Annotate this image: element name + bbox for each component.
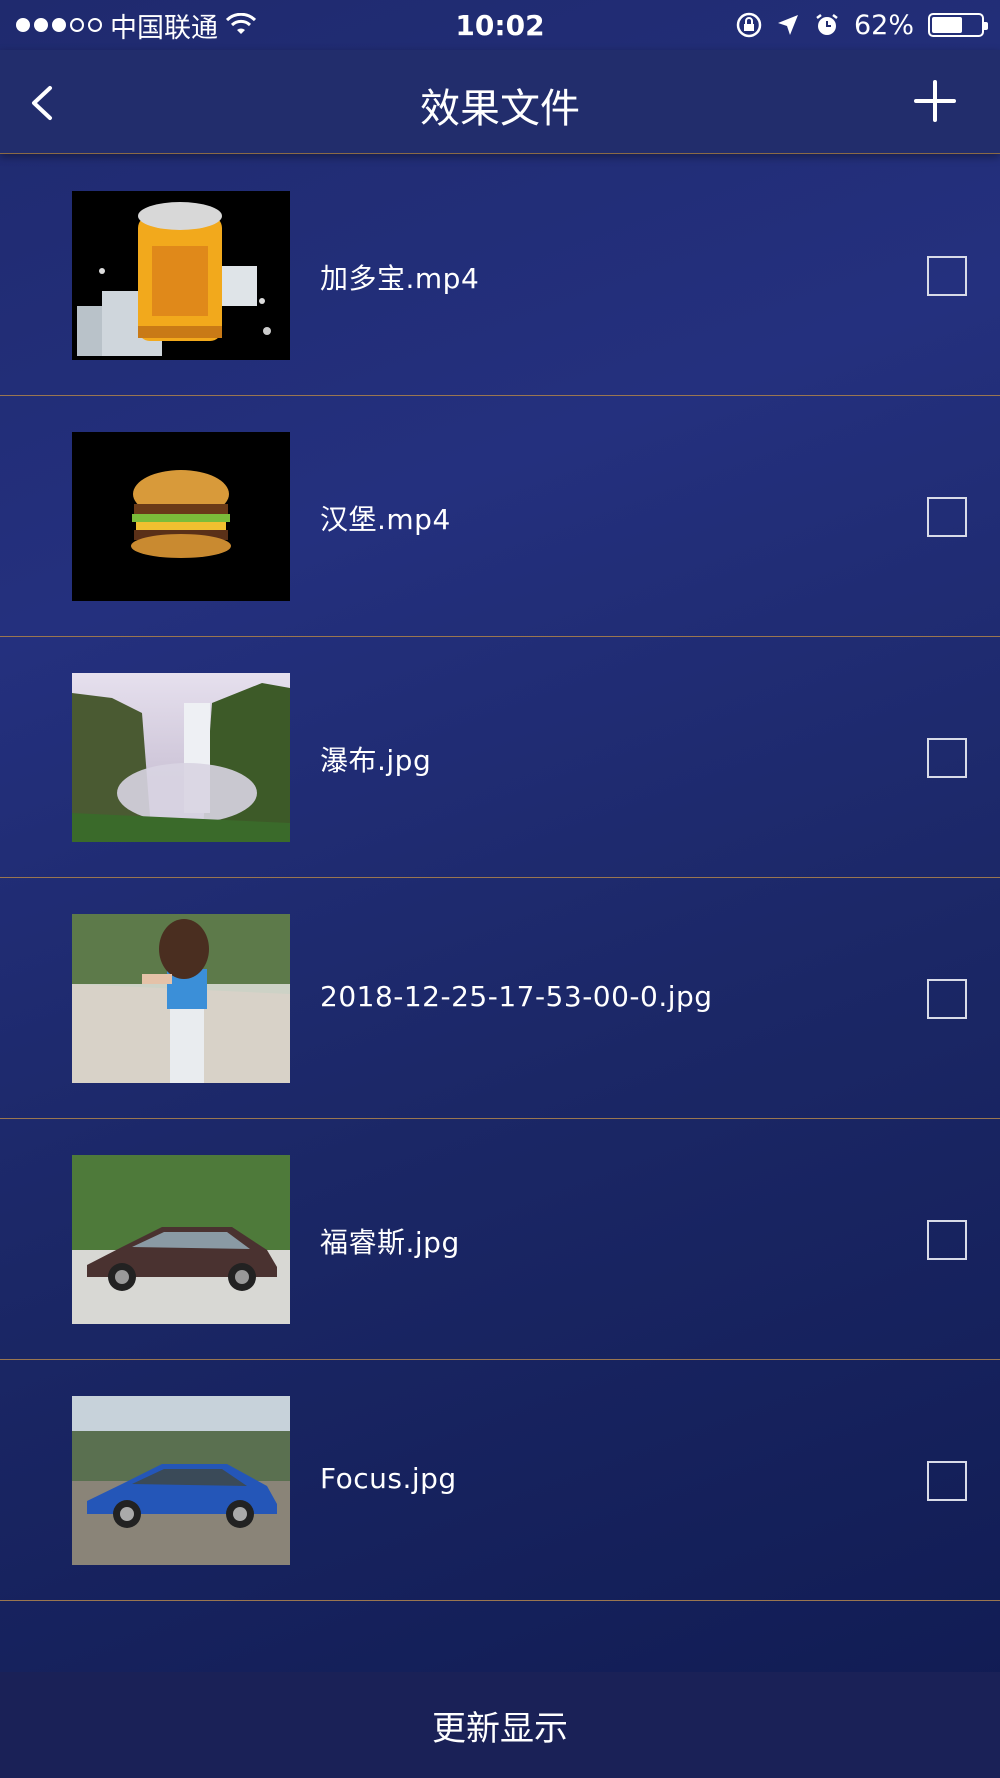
location-arrow-icon	[777, 15, 798, 35]
hamburger-image	[72, 432, 290, 601]
file-checkbox[interactable]	[927, 979, 967, 1019]
list-item[interactable]: 汉堡.mp4	[0, 396, 1000, 637]
file-name: 瀑布.jpg	[320, 744, 432, 777]
file-thumbnail	[72, 914, 290, 1083]
update-display-button[interactable]: 更新显示	[0, 1672, 1000, 1778]
page-title: 效果文件	[420, 86, 580, 132]
file-list: 加多宝.mp4 汉堡.mp4 瀑布.jpg 2018-12-25-17-53-0…	[0, 155, 1000, 1601]
woman-on-beach-image	[72, 914, 290, 1083]
file-checkbox[interactable]	[927, 1220, 967, 1260]
navigation-bar: 效果文件	[0, 50, 1000, 154]
file-thumbnail	[72, 673, 290, 842]
blue-sedan-image	[72, 1396, 290, 1565]
drink-can-image	[72, 191, 290, 360]
list-item[interactable]: 2018-12-25-17-53-00-0.jpg	[0, 878, 1000, 1119]
wifi-icon	[226, 13, 256, 34]
status-right: 62%	[736, 9, 988, 41]
file-name: 汉堡.mp4	[320, 503, 451, 536]
rotation-lock-icon	[736, 12, 762, 38]
file-name: 2018-12-25-17-53-00-0.jpg	[320, 980, 713, 1013]
file-name: 加多宝.mp4	[320, 262, 480, 295]
carrier-label: 中国联通	[110, 12, 218, 44]
add-button[interactable]	[910, 76, 960, 126]
file-name: 福睿斯.jpg	[320, 1226, 460, 1259]
file-name: Focus.jpg	[320, 1462, 457, 1495]
file-thumbnail	[72, 191, 290, 360]
file-thumbnail	[72, 1155, 290, 1324]
file-checkbox[interactable]	[927, 256, 967, 296]
list-item[interactable]: 加多宝.mp4	[0, 155, 1000, 396]
battery-icon	[928, 13, 988, 37]
file-checkbox[interactable]	[927, 1461, 967, 1501]
file-thumbnail	[72, 432, 290, 601]
file-checkbox[interactable]	[927, 497, 967, 537]
waterfall-image	[72, 673, 290, 842]
battery-percent: 62%	[853, 9, 914, 41]
update-display-label: 更新显示	[432, 1708, 568, 1749]
file-thumbnail	[72, 1396, 290, 1565]
status-left: 中国联通	[16, 6, 256, 45]
list-item[interactable]: 瀑布.jpg	[0, 637, 1000, 878]
alarm-icon	[816, 14, 838, 35]
status-bar: 中国联通 10:02 62%	[0, 0, 1000, 50]
list-item[interactable]: 福睿斯.jpg	[0, 1119, 1000, 1360]
signal-strength-icon	[16, 18, 102, 32]
plus-icon	[914, 80, 956, 122]
brown-sedan-image	[72, 1155, 290, 1324]
list-item[interactable]: Focus.jpg	[0, 1360, 1000, 1601]
file-checkbox[interactable]	[927, 738, 967, 778]
